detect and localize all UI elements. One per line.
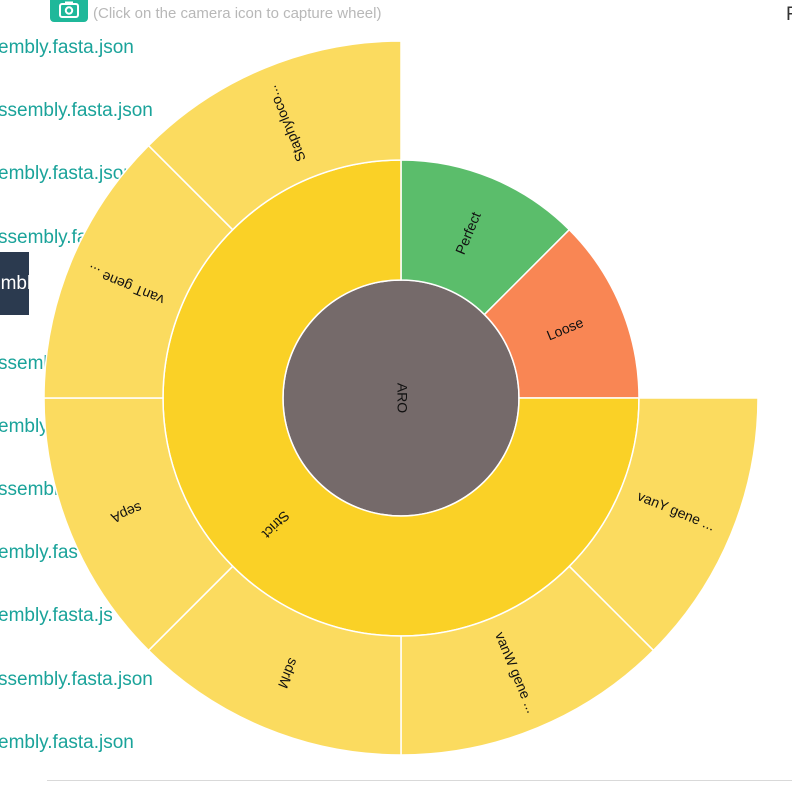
sunburst-chart: vanY gene ...vanW gene ...sdrMsepAvanT g…	[43, 40, 759, 756]
sunburst-root-label: ARO	[394, 383, 410, 413]
